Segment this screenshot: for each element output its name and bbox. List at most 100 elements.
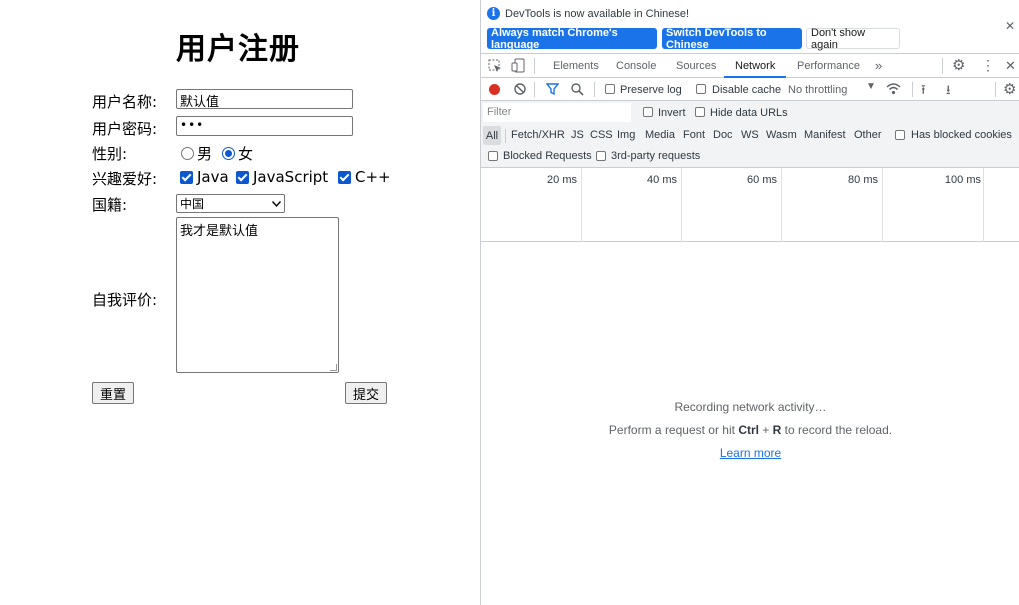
- filter-input[interactable]: Filter: [483, 103, 631, 122]
- type-filter-wasm[interactable]: Wasm: [766, 129, 797, 141]
- username-label: 用户名称:: [92, 93, 158, 111]
- timeline-gridline: [781, 168, 782, 242]
- username-input[interactable]: 默认值: [176, 89, 353, 110]
- wifi-icon[interactable]: [886, 82, 901, 96]
- devtools-panel: i DevTools is now available in Chinese! …: [480, 0, 1019, 605]
- intro-text: 我才是默认值: [180, 224, 259, 239]
- match-language-button[interactable]: Always match Chrome's language: [487, 27, 657, 51]
- gender-female-radio[interactable]: [222, 147, 235, 160]
- hide-data-urls-checkbox[interactable]: [695, 107, 705, 117]
- third-party-checkbox[interactable]: [596, 151, 606, 161]
- timeline-tick-label: 40 ms: [647, 174, 677, 186]
- network-toolbar: Preserve log Disable cache No throttling…: [481, 78, 1019, 101]
- type-filter-manifest[interactable]: Manifest: [804, 129, 846, 141]
- reset-button[interactable]: 重置: [92, 382, 134, 404]
- close-devtools-icon[interactable]: ✕: [1005, 58, 1016, 74]
- search-icon[interactable]: [571, 83, 584, 96]
- invert-label: Invert: [658, 107, 686, 119]
- download-icon[interactable]: ⭳: [946, 81, 951, 103]
- kebab-icon[interactable]: ⋮: [981, 57, 995, 74]
- empty-state: Recording network activity… Perform a re…: [481, 400, 1019, 460]
- page-title: 用户注册: [176, 32, 300, 67]
- type-filter-media[interactable]: Media: [645, 129, 675, 141]
- type-filter-font[interactable]: Font: [683, 129, 705, 141]
- type-divider: [505, 129, 506, 143]
- hobby-java-checkbox[interactable]: [180, 170, 193, 184]
- hobby-cpp-text: C++: [355, 168, 391, 186]
- gender-female-option[interactable]: 女: [222, 143, 253, 164]
- close-icon[interactable]: ✕: [1005, 19, 1015, 33]
- timeline-tick-label: 60 ms: [747, 174, 777, 186]
- switch-chinese-button[interactable]: Switch DevTools to Chinese: [662, 27, 802, 51]
- network-settings-gear-icon[interactable]: ⚙: [1003, 80, 1016, 98]
- tab-elements[interactable]: Elements: [553, 60, 599, 72]
- hobby-javascript-option[interactable]: JavaScript: [236, 168, 328, 186]
- resize-handle-icon[interactable]: [330, 364, 337, 371]
- gender-male-text: 男: [197, 145, 213, 163]
- tab-sources[interactable]: Sources: [676, 60, 716, 72]
- tabbar-divider-2: [942, 58, 943, 74]
- gender-male-radio[interactable]: [181, 147, 194, 160]
- inspect-icon[interactable]: [488, 59, 502, 73]
- record-icon[interactable]: [489, 84, 500, 95]
- preserve-log-label: Preserve log: [620, 84, 682, 96]
- page-content: 用户注册 用户名称: 默认值 用户密码: ••• 性别: 男 女 兴趣爱好: J…: [0, 0, 480, 605]
- hobby-java-option[interactable]: Java: [180, 168, 229, 186]
- tabbar-divider: [534, 58, 535, 74]
- hobby-javascript-checkbox[interactable]: [236, 170, 249, 184]
- upload-icon[interactable]: ⭱: [921, 81, 926, 103]
- tab-performance[interactable]: Performance: [797, 60, 860, 72]
- filter-bar: Filter Invert Hide data URLs All Fetch/X…: [481, 101, 1019, 168]
- type-filter-fetch[interactable]: Fetch/XHR: [511, 129, 565, 141]
- dropdown-icon: [272, 200, 281, 207]
- gear-icon[interactable]: ⚙: [952, 56, 965, 74]
- blocked-requests-label: Blocked Requests: [503, 150, 592, 162]
- timeline-gridline: [882, 168, 883, 242]
- password-input[interactable]: •••: [176, 116, 353, 136]
- tab-console[interactable]: Console: [616, 60, 656, 72]
- hint-plus: +: [758, 423, 773, 437]
- clear-icon[interactable]: [514, 83, 526, 95]
- device-icon[interactable]: [511, 58, 525, 73]
- network-timeline[interactable]: 20 ms 40 ms 60 ms 80 ms 100 ms: [481, 168, 1019, 242]
- type-filter-doc[interactable]: Doc: [713, 129, 733, 141]
- toolbar-divider-2: [594, 82, 595, 97]
- devtools-tabbar: Elements Console Sources Network Perform…: [481, 54, 1019, 78]
- invert-checkbox[interactable]: [643, 107, 653, 117]
- dropdown-icon[interactable]: ▼: [866, 81, 876, 92]
- gender-male-option[interactable]: 男: [181, 143, 212, 164]
- filter-icon[interactable]: [546, 83, 559, 95]
- blocked-requests-checkbox[interactable]: [488, 151, 498, 161]
- throttling-select[interactable]: No throttling: [788, 84, 847, 96]
- type-filter-ws[interactable]: WS: [741, 129, 759, 141]
- disable-cache-checkbox[interactable]: [696, 84, 706, 94]
- tab-network[interactable]: Network: [735, 60, 775, 72]
- chevron-right-icon[interactable]: »: [875, 58, 882, 73]
- recording-message: Recording network activity…: [674, 400, 827, 414]
- dont-show-again-button[interactable]: Don't show again: [806, 27, 900, 51]
- type-filter-img[interactable]: Img: [617, 129, 635, 141]
- blocked-cookies-label: Has blocked cookies: [911, 129, 1012, 141]
- blocked-cookies-checkbox[interactable]: [895, 130, 905, 140]
- info-icon: i: [487, 7, 500, 20]
- gender-label: 性别:: [92, 145, 128, 163]
- learn-more-link[interactable]: Learn more: [720, 446, 781, 460]
- hobby-cpp-option[interactable]: C++: [338, 168, 391, 186]
- infobar-message: DevTools is now available in Chinese!: [505, 8, 690, 20]
- type-filter-js[interactable]: JS: [571, 129, 584, 141]
- hide-data-urls-label: Hide data URLs: [710, 107, 788, 119]
- type-filter-other[interactable]: Other: [854, 129, 882, 141]
- language-infobar: i DevTools is now available in Chinese! …: [481, 0, 1019, 54]
- country-value: 中国: [180, 197, 205, 211]
- hobby-cpp-checkbox[interactable]: [338, 170, 351, 184]
- type-filter-css[interactable]: CSS: [590, 129, 613, 141]
- timeline-tick-label: 100 ms: [944, 174, 981, 186]
- intro-textarea[interactable]: 我才是默认值: [176, 217, 339, 373]
- preserve-log-checkbox[interactable]: [605, 84, 615, 94]
- submit-button[interactable]: 提交: [345, 382, 387, 404]
- timeline-gridline: [681, 168, 682, 242]
- reload-hint: Perform a request or hit Ctrl + R to rec…: [481, 423, 1019, 437]
- country-select[interactable]: 中国: [176, 194, 285, 213]
- type-filter-all[interactable]: All: [483, 126, 501, 145]
- timeline-tick-label: 80 ms: [848, 174, 878, 186]
